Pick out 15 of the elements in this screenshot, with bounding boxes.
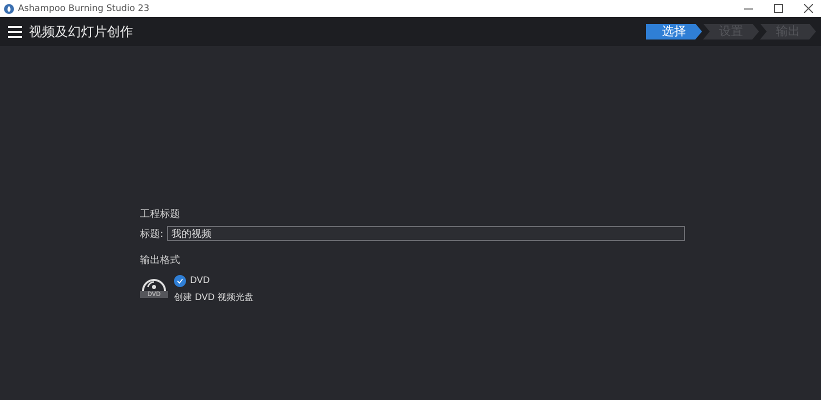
section-heading: 输出格式 xyxy=(140,254,181,267)
maximize-icon[interactable] xyxy=(774,4,782,13)
check-icon xyxy=(177,278,183,284)
checkbox[interactable] xyxy=(174,275,186,287)
field-label: 标题: xyxy=(140,228,164,240)
window-title: Ashampoo Burning Studio 23 xyxy=(18,4,150,14)
menu-icon[interactable] xyxy=(8,26,22,38)
step-tab[interactable]: 选择 xyxy=(646,24,702,40)
section-heading: 工程标题 xyxy=(140,208,181,221)
page-title: 视频及幻灯片创作 xyxy=(29,24,134,40)
app-icon xyxy=(4,4,14,14)
title-field[interactable]: 我的视频 xyxy=(167,226,686,241)
option-description: 创建 DVD 视频光盘 xyxy=(174,292,254,304)
option-name: DVD xyxy=(190,276,210,286)
close-icon[interactable] xyxy=(804,4,812,13)
